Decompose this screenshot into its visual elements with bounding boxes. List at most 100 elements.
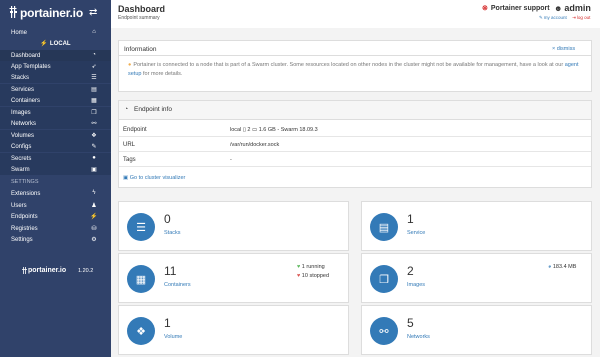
sidebar-item-label: Services: [11, 86, 35, 93]
heartbeat-icon: ♥: [297, 273, 301, 279]
row-key: Endpoint: [123, 127, 147, 133]
log-out-link[interactable]: log out: [577, 15, 591, 20]
page-subtitle: Endpoint summary: [118, 15, 160, 21]
containers-card[interactable]: ▦ 11 Containers ♥ 1 running ♥ 10 stopped: [118, 253, 349, 303]
cluster-visualizer-label: Go to cluster visualizer: [129, 175, 186, 181]
home-icon: ⌂: [92, 29, 96, 35]
plug-icon: ⚡: [90, 214, 98, 220]
clone-icon: ❐: [91, 110, 97, 116]
users-icon: ♟: [91, 203, 97, 209]
user-circle-icon: ☻: [554, 4, 563, 13]
volume-count: 1: [164, 316, 171, 330]
row-key: Tags: [123, 157, 136, 163]
database-icon: ⛁: [91, 226, 97, 232]
sidebar-item-label: Configs: [11, 143, 32, 150]
list-alt-icon: ▤: [370, 213, 398, 241]
sidebar-item-label: Settings: [11, 236, 33, 243]
version-label: 1.20.2: [78, 268, 94, 274]
sign-out-icon: ⇥: [572, 15, 576, 20]
plug-icon: ⚡: [40, 41, 48, 47]
th-list-icon: ☰: [91, 75, 97, 81]
information-panel: Information × dismiss ● Portainer is conn…: [118, 40, 592, 92]
sidebar-item-swarm[interactable]: Swarm ▣: [0, 164, 111, 175]
cluster-visualizer-link[interactable]: ▣ Go to cluster visualizer: [123, 175, 185, 181]
sidebar: portainer.io ⇄ Home ⌂ ⚡ LOCAL Dashboard …: [0, 0, 111, 357]
networks-card[interactable]: ⚯ 5 Networks: [361, 305, 592, 355]
service-label: Service: [407, 230, 426, 236]
account-links: ✎my account ⇥log out: [535, 15, 590, 21]
logo[interactable]: portainer.io: [20, 6, 83, 20]
object-group-icon: ▣: [91, 167, 97, 173]
sidebar-item-configs[interactable]: Configs ✎: [0, 141, 111, 152]
networks-label: Networks: [407, 334, 430, 340]
sidebar-item-endpoints[interactable]: Endpoints ⚡: [0, 211, 111, 222]
endpoint-info-title: Endpoint info: [134, 106, 172, 113]
sidebar-item-secrets[interactable]: Secrets ●: [0, 153, 111, 164]
sidebar-item-volumes[interactable]: Volumes ❖: [0, 130, 111, 141]
sidebar-item-label: Extensions: [11, 190, 41, 197]
sidebar-item-app-templates[interactable]: App Templates ➶: [0, 61, 111, 72]
row-value: local ▯ 2 ▭ 1.6 GB - Swarm 18.09.3: [230, 127, 318, 133]
stacks-count: 0: [164, 212, 171, 226]
page-title: Dashboard: [118, 4, 166, 14]
images-card[interactable]: ❐ 2 Images ◕ 183.4 MB: [361, 253, 592, 303]
rocket-icon: ➶: [91, 64, 97, 70]
information-title: Information: [124, 46, 157, 53]
clone-icon: ❐: [370, 265, 398, 293]
sidebar-item-label: Swarm: [11, 166, 30, 173]
stopped-label: 10 stopped: [301, 273, 330, 279]
wrench-icon: ✎: [539, 15, 543, 20]
sidebar-item-networks[interactable]: Networks ⚯: [0, 118, 111, 129]
sidebar-item-label: Endpoints: [11, 213, 38, 220]
stacks-card[interactable]: ☰ 0 Stacks: [118, 201, 349, 251]
sidebar-item-dashboard[interactable]: Dashboard ◔: [0, 50, 111, 61]
sidebar-footer: portainer.io 1.20.2: [0, 264, 111, 278]
support-link[interactable]: ⊗ Portainer support: [482, 4, 550, 12]
sidebar-item-label: Containers: [11, 97, 41, 104]
sidebar-item-stacks[interactable]: Stacks ☰: [0, 72, 111, 83]
service-count: 1: [407, 212, 414, 226]
sidebar-item-settings[interactable]: Settings ⚙: [0, 234, 111, 245]
table-row: URL /var/run/docker.sock: [119, 138, 591, 152]
table-row: Tags -: [119, 153, 591, 167]
sidebar-item-extensions[interactable]: Extensions ϟ: [0, 188, 111, 199]
cogs-icon: ⚙: [91, 237, 97, 243]
sidebar-item-label: LOCAL: [49, 40, 71, 47]
username: admin: [564, 3, 591, 13]
endpoint-info-header: ◔ Endpoint info: [119, 101, 591, 120]
sidebar-item-containers[interactable]: Containers ▦: [0, 95, 111, 106]
running-label: 1 running: [301, 264, 325, 270]
service-card[interactable]: ▤ 1 Service: [361, 201, 592, 251]
pie-chart-icon: ◕: [548, 264, 552, 270]
tachometer-icon: ◔: [92, 52, 96, 58]
sidebar-item-label: Stacks: [11, 74, 30, 81]
images-label: Images: [407, 282, 426, 288]
server-icon: ▦: [91, 98, 97, 104]
volume-card[interactable]: ❖ 1 Volume: [118, 305, 349, 355]
th-list-icon: ☰: [127, 213, 155, 241]
dismiss-button[interactable]: × dismiss: [552, 46, 575, 52]
arrows-swap-icon[interactable]: ⇄: [89, 7, 97, 18]
images-count: 2: [407, 264, 414, 278]
server-icon: ▦: [127, 265, 155, 293]
information-text-before: Portainer is connected to a node that is…: [133, 62, 565, 68]
page-header: Dashboard Endpoint summary ⊗ Portainer su…: [111, 0, 600, 28]
sidebar-item-images[interactable]: Images ❐: [0, 107, 111, 118]
sidebar-item-label: Home: [11, 29, 28, 36]
sidebar-item-label: Registries: [11, 225, 38, 232]
images-size-label: 183.4 MB: [552, 264, 577, 270]
sidebar-item-registries[interactable]: Registries ⛁: [0, 223, 111, 234]
object-group-icon: ▣: [123, 175, 129, 181]
sidebar-item-users[interactable]: Users ♟: [0, 200, 111, 211]
my-account-link[interactable]: my account: [544, 15, 567, 20]
list-alt-icon: ▤: [91, 87, 97, 93]
sidebar-item-services[interactable]: Services ▤: [0, 84, 111, 95]
running-status: ♥ 1 running: [297, 264, 325, 270]
sidebar-item-home[interactable]: Home ⌂: [0, 27, 111, 38]
sidebar-item-local[interactable]: ⚡ LOCAL: [0, 38, 111, 49]
sidebar-item-label: Volumes: [11, 132, 35, 139]
containers-label: Containers: [164, 282, 191, 288]
containers-count: 11: [164, 264, 177, 278]
sidebar-header: portainer.io ⇄: [0, 0, 111, 26]
settings-heading: SETTINGS: [11, 179, 39, 185]
